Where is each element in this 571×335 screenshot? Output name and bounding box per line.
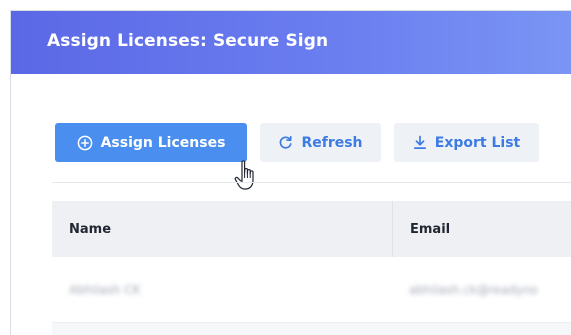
plus-circle-icon: [77, 135, 93, 151]
licenses-table: Name Email Abhilash CK abhilash.ck@ready…: [52, 201, 571, 335]
table-row[interactable]: [52, 323, 571, 335]
column-header-name[interactable]: Name: [52, 201, 392, 257]
refresh-icon: [278, 135, 293, 150]
download-icon: [413, 135, 427, 150]
row-name-cell: Abhilash CK: [52, 257, 392, 323]
app-frame: Assign Licenses: Secure Sign Assign Lice…: [10, 10, 571, 335]
table-row[interactable]: Abhilash CK abhilash.ck@readyno: [52, 257, 571, 323]
column-header-email[interactable]: Email: [392, 201, 571, 257]
row-name-text: Abhilash CK: [69, 283, 141, 297]
row-email-cell: abhilash.ck@readyno: [392, 257, 571, 323]
assign-licenses-label: Assign Licenses: [100, 134, 226, 151]
toolbar: Assign Licenses Refresh Export List: [11, 123, 571, 163]
toolbar-divider: [52, 182, 571, 183]
hand-pointer-icon: [233, 159, 263, 193]
table-header: Name Email: [52, 201, 571, 257]
page-header: Assign Licenses: Secure Sign: [11, 11, 571, 74]
export-list-label: Export List: [434, 134, 521, 151]
page-title: Assign Licenses: Secure Sign: [47, 31, 329, 51]
export-list-button[interactable]: Export List: [394, 123, 539, 162]
refresh-label: Refresh: [301, 134, 363, 151]
row-email-text: abhilash.ck@readyno: [409, 283, 538, 297]
refresh-button[interactable]: Refresh: [260, 123, 381, 162]
assign-licenses-button[interactable]: Assign Licenses: [55, 123, 247, 162]
